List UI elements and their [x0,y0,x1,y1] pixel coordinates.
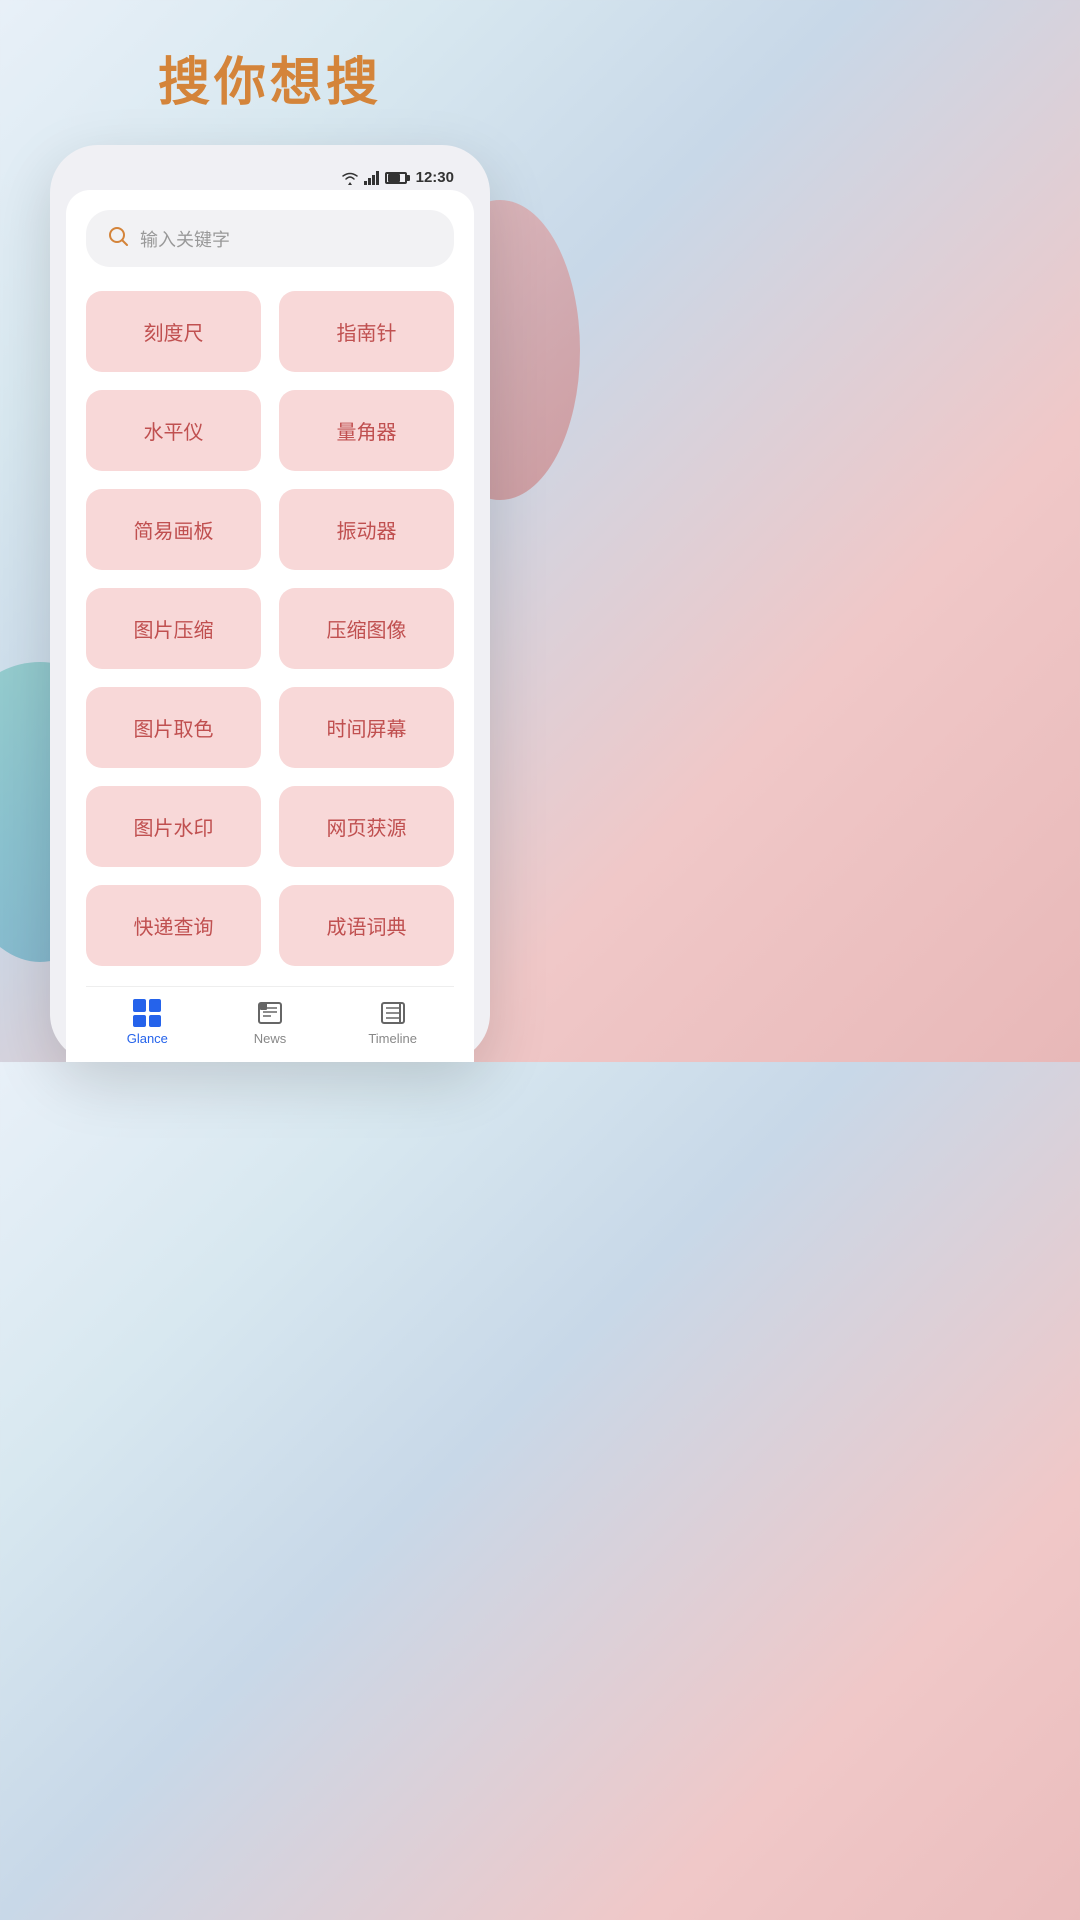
tool-btn-sketch[interactable]: 简易画板 [86,489,261,570]
nav-label-timeline: Timeline [368,1031,417,1046]
bottom-nav: Glance News [86,986,454,1062]
nav-label-glance: Glance [127,1031,168,1046]
tool-btn-level[interactable]: 水平仪 [86,390,261,471]
news-icon [256,999,284,1027]
nav-item-timeline[interactable]: Timeline [353,999,433,1046]
tool-btn-protractor[interactable]: 量角器 [279,390,454,471]
tool-btn-web-source[interactable]: 网页获源 [279,786,454,867]
page-title: 搜你想搜 [158,40,382,115]
tool-btn-ruler[interactable]: 刻度尺 [86,291,261,372]
tool-btn-vibrator[interactable]: 振动器 [279,489,454,570]
nav-label-news: News [254,1031,287,1046]
tool-btn-color-pick[interactable]: 图片取色 [86,687,261,768]
search-placeholder-text: 输入关键字 [140,226,434,252]
tool-btn-idiom[interactable]: 成语词典 [279,885,454,966]
search-icon [106,224,130,253]
tool-btn-express[interactable]: 快递查询 [86,885,261,966]
battery-fill [388,174,401,182]
status-bar: 12:30 [66,161,474,190]
tool-btn-compass[interactable]: 指南针 [279,291,454,372]
nav-item-news[interactable]: News [230,999,310,1046]
tool-btn-img-compress2[interactable]: 压缩图像 [279,588,454,669]
glance-icon [133,999,161,1027]
status-time: 12:30 [416,169,454,186]
signal-icon [364,171,380,185]
status-icons: 12:30 [341,169,454,186]
phone-screen: 输入关键字 刻度尺指南针水平仪量角器简易画板振动器图片压缩压缩图像图片取色时间屏… [66,190,474,1062]
nav-item-glance[interactable]: Glance [107,999,187,1046]
tools-grid: 刻度尺指南针水平仪量角器简易画板振动器图片压缩压缩图像图片取色时间屏幕图片水印网… [86,291,454,986]
timeline-icon [379,999,407,1027]
search-bar[interactable]: 输入关键字 [86,210,454,267]
tool-btn-img-watermark[interactable]: 图片水印 [86,786,261,867]
tool-btn-time-screen[interactable]: 时间屏幕 [279,687,454,768]
wifi-icon [341,171,359,185]
tool-btn-img-compress[interactable]: 图片压缩 [86,588,261,669]
battery-icon [385,172,407,184]
phone-mockup: 12:30 输入关键字 刻度尺指南针水平仪量角器简易画板振动器图片压缩压缩图像图… [50,145,490,1062]
